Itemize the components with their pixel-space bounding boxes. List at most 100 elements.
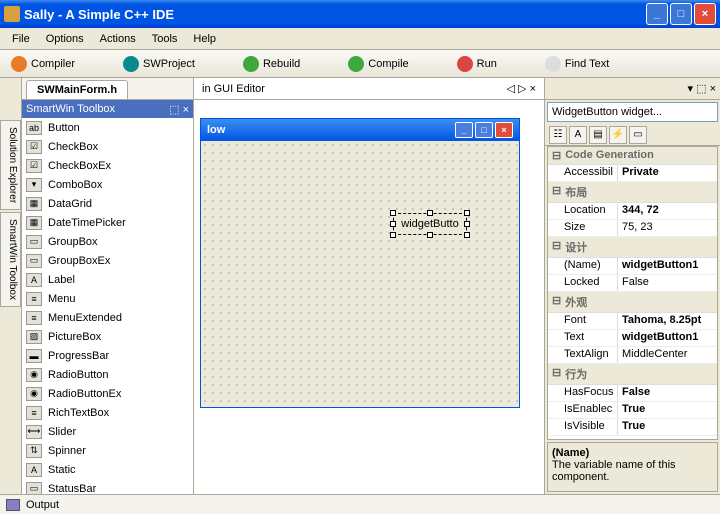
prop-row[interactable]: (Name)widgetButton1	[548, 258, 717, 275]
toolbar-run[interactable]: Run	[450, 53, 504, 75]
prop-row[interactable]: Size75, 23	[548, 220, 717, 237]
pin-icon[interactable]: ▾ ⬚ ×	[688, 82, 716, 95]
prop-row[interactable]: TextAlignMiddleCenter	[548, 347, 717, 364]
toolbox-item-radiobutton[interactable]: ◉RadioButton	[22, 365, 193, 384]
prop-row[interactable]: IsVisibleTrue	[548, 419, 717, 436]
slider-icon: ⟷	[26, 425, 42, 439]
prop-value[interactable]: widgetButton1	[618, 330, 717, 346]
events-button[interactable]: ⚡	[609, 126, 627, 144]
menu-actions[interactable]: Actions	[92, 31, 144, 47]
toolbox-item-button[interactable]: abButton	[22, 118, 193, 137]
prop-value[interactable]: Private	[618, 165, 717, 181]
property-object-selector[interactable]: WidgetButton widget...	[547, 102, 718, 122]
toolbox-item-datagrid[interactable]: ▦DataGrid	[22, 194, 193, 213]
collapse-icon[interactable]: ⊟	[552, 184, 561, 200]
form-window[interactable]: low _ □ × widgetButto	[200, 118, 520, 408]
toolbar-compiler[interactable]: Compiler	[4, 53, 82, 75]
collapse-icon[interactable]: ⊟	[552, 149, 561, 162]
collapse-icon[interactable]: ⊟	[552, 239, 561, 255]
rail-tab-solution-explorer[interactable]: Solution Explorer	[0, 120, 21, 210]
prop-row[interactable]: HasFocusFalse	[548, 385, 717, 402]
toolbox-item-spinner[interactable]: ⇅Spinner	[22, 441, 193, 460]
close-button[interactable]: ×	[694, 3, 716, 25]
prop-row[interactable]: TextwidgetButton1	[548, 330, 717, 347]
toolbox-item-statusbar[interactable]: ▭StatusBar	[22, 479, 193, 494]
picturebox-icon: ▨	[26, 330, 42, 344]
groupbox-icon: ▭	[26, 235, 42, 249]
properties-panel-header: ▾ ⬚ ×	[545, 78, 720, 100]
prop-name: IsVisible	[548, 419, 618, 435]
categorized-button[interactable]: ☷	[549, 126, 567, 144]
prop-value[interactable]: MiddleCenter	[618, 347, 717, 363]
prop-value[interactable]: True	[618, 419, 717, 435]
toolbox-item-radiobuttonex[interactable]: ◉RadioButtonEx	[22, 384, 193, 403]
toolbox-item-richtextbox[interactable]: ≡RichTextBox	[22, 403, 193, 422]
prop-value[interactable]: Tahoma, 8.25pt	[618, 313, 717, 329]
editor-nav-icons[interactable]: ◁ ▷ ×	[507, 82, 536, 95]
toolbox-item-groupbox[interactable]: ▭GroupBox	[22, 232, 193, 251]
properties-panel: ▾ ⬚ × WidgetButton widget... ☷ A ▤ ⚡ ▭ ⊟…	[544, 78, 720, 494]
collapse-icon[interactable]: ⊟	[552, 294, 561, 310]
prop-value[interactable]: 344, 72	[618, 203, 717, 219]
toolbar-rebuild[interactable]: Rebuild	[236, 53, 307, 75]
checkbox-icon: ☑	[26, 140, 42, 154]
toolbox-item-menuextended[interactable]: ≡MenuExtended	[22, 308, 193, 327]
toolbox-item-checkboxex[interactable]: ☑CheckBoxEx	[22, 156, 193, 175]
menu-options[interactable]: Options	[38, 31, 92, 47]
form-maximize-button[interactable]: □	[475, 122, 493, 138]
toolbox-item-label[interactable]: ALabel	[22, 270, 193, 289]
prop-value[interactable]: False	[618, 275, 717, 291]
prop-category[interactable]: ⊟行为	[548, 364, 717, 385]
toolbox-item-progressbar[interactable]: ▬ProgressBar	[22, 346, 193, 365]
toolbox-item-checkbox[interactable]: ☑CheckBox	[22, 137, 193, 156]
toolbar-find-text[interactable]: Find Text	[538, 53, 616, 75]
toolbar-swproject[interactable]: SWProject	[116, 53, 202, 75]
menu-tools[interactable]: Tools	[144, 31, 186, 47]
toolbox-item-datetimepicker[interactable]: ▦DateTimePicker	[22, 213, 193, 232]
prop-category[interactable]: ⊟Code Generation	[548, 147, 717, 165]
prop-row[interactable]: IsEnablecTrue	[548, 402, 717, 419]
toolbox-item-groupboxex[interactable]: ▭GroupBoxEx	[22, 251, 193, 270]
toolbox-pin-icon[interactable]: ⬚ ×	[169, 103, 189, 116]
prop-row[interactable]: AccessibilPrivate	[548, 165, 717, 182]
design-surface[interactable]: low _ □ × widgetButto	[194, 100, 544, 494]
prop-page-button[interactable]: ▭	[629, 126, 647, 144]
prop-category[interactable]: ⊟布局	[548, 182, 717, 203]
progressbar-icon: ▬	[26, 349, 42, 363]
menu-file[interactable]: File	[4, 31, 38, 47]
output-tab[interactable]: Output	[26, 499, 59, 511]
form-close-button[interactable]: ×	[495, 122, 513, 138]
prop-value[interactable]: True	[618, 402, 717, 418]
prop-name: Locked	[548, 275, 618, 291]
alpha-sort-button[interactable]: A	[569, 126, 587, 144]
radiobuttonex-icon: ◉	[26, 387, 42, 401]
maximize-button[interactable]: □	[670, 3, 692, 25]
prop-value[interactable]: 75, 23	[618, 220, 717, 236]
form-minimize-button[interactable]: _	[455, 122, 473, 138]
toolbar-compile[interactable]: Compile	[341, 53, 415, 75]
toolbox-item-menu[interactable]: ≡Menu	[22, 289, 193, 308]
prop-category[interactable]: ⊟设计	[548, 237, 717, 258]
property-object-name: WidgetButton widget...	[552, 106, 662, 118]
toolbox-item-picturebox[interactable]: ▨PictureBox	[22, 327, 193, 346]
prop-row[interactable]: Location344, 72	[548, 203, 717, 220]
toolbox-item-slider[interactable]: ⟷Slider	[22, 422, 193, 441]
collapse-icon[interactable]: ⊟	[552, 366, 561, 382]
properties-button[interactable]: ▤	[589, 126, 607, 144]
menu-help[interactable]: Help	[185, 31, 224, 47]
property-grid[interactable]: ⊟Code GenerationAccessibilPrivate⊟布局Loca…	[547, 146, 718, 440]
find text-icon	[545, 56, 561, 72]
prop-category[interactable]: ⊟外观	[548, 292, 717, 313]
selected-widget-button[interactable]: widgetButto	[393, 213, 467, 235]
prop-row[interactable]: LockedFalse	[548, 275, 717, 292]
prop-value[interactable]: False	[618, 385, 717, 401]
prop-row[interactable]: FontTahoma, 8.25pt	[548, 313, 717, 330]
minimize-button[interactable]: _	[646, 3, 668, 25]
form-titlebar[interactable]: low _ □ ×	[201, 119, 519, 141]
prop-value[interactable]: widgetButton1	[618, 258, 717, 274]
toolbox-item-static[interactable]: AStatic	[22, 460, 193, 479]
form-canvas[interactable]: widgetButto	[201, 141, 519, 407]
toolbox-item-combobox[interactable]: ▾ComboBox	[22, 175, 193, 194]
rail-tab-smartwin-toolbox[interactable]: SmartWin Toolbox	[0, 212, 21, 307]
doc-tab-swmainform[interactable]: SWMainForm.h	[26, 80, 128, 99]
